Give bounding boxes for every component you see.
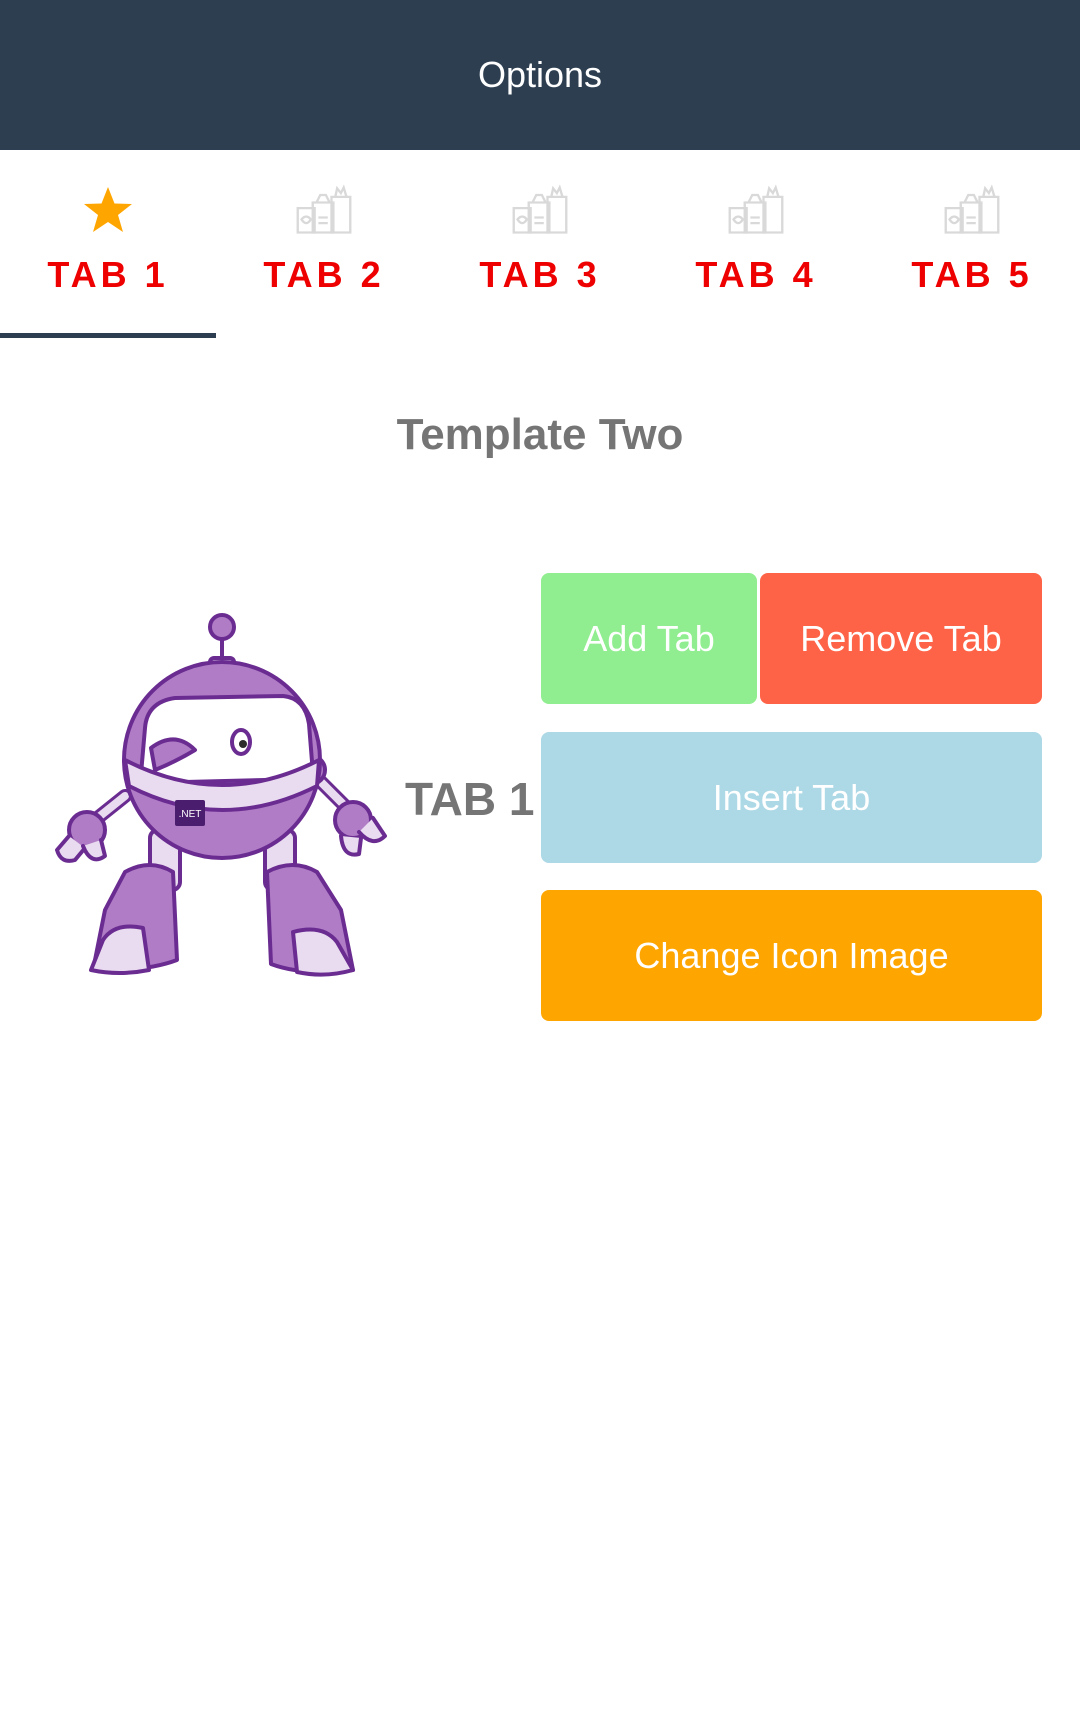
remove-tab-button[interactable]: Remove Tab: [760, 573, 1042, 704]
current-tab-label: TAB 1: [405, 773, 535, 825]
change-icon-image-button[interactable]: Change Icon Image: [541, 890, 1042, 1021]
grocery-bag-icon: [726, 180, 786, 240]
tab-label: TAB 2: [263, 254, 385, 295]
tab-2[interactable]: TAB 2: [216, 150, 432, 340]
grocery-bag-icon: [942, 180, 1002, 240]
insert-tab-button[interactable]: Insert Tab: [541, 732, 1042, 863]
dotnet-badge-text: .NET: [179, 809, 202, 820]
tab-label: TAB 4: [695, 254, 817, 295]
star-icon: [78, 180, 138, 240]
template-title: Template Two: [396, 410, 684, 459]
tab-1[interactable]: TAB 1: [0, 150, 216, 340]
selected-tab-indicator: [0, 333, 216, 338]
tab-3[interactable]: TAB 3: [432, 150, 648, 340]
dotnet-bot-image: .NET: [55, 610, 395, 990]
tab-label: TAB 3: [479, 254, 601, 295]
tab-label: TAB 5: [911, 254, 1033, 295]
grocery-bag-icon: [510, 180, 570, 240]
add-tab-button[interactable]: Add Tab: [541, 573, 757, 704]
tab-strip: TAB 1 TAB 2 TAB 3 TAB 4 TAB 5: [0, 150, 1080, 340]
tab-label: TAB 1: [47, 254, 169, 295]
navigation-bar: Options: [0, 0, 1080, 150]
page: Options TAB 1 TAB 2 TAB 3 TAB 4 TAB 5 Te…: [0, 0, 1080, 1735]
page-title: Options: [477, 54, 603, 95]
tab-5[interactable]: TAB 5: [864, 150, 1080, 340]
grocery-bag-icon: [294, 180, 354, 240]
tab-4[interactable]: TAB 4: [648, 150, 864, 340]
